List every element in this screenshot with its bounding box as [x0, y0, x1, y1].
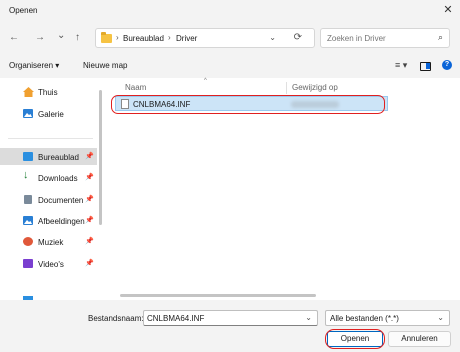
- column-header-modified[interactable]: Gewijzigd op: [292, 83, 338, 92]
- filename-label: Bestandsnaam:: [88, 314, 144, 323]
- annotation-highlight: [111, 95, 385, 114]
- sidebar-scrollbar[interactable]: [99, 90, 102, 225]
- title-bar: Openen ✕: [0, 0, 460, 21]
- forward-arrow-icon[interactable]: →: [35, 32, 45, 44]
- filename-dropdown-chevron-icon[interactable]: ⌄: [305, 313, 312, 322]
- search-box[interactable]: ⌕: [320, 28, 450, 48]
- recent-locations-chevron-icon[interactable]: ⌄: [57, 30, 65, 42]
- breadcrumb-bureaublad[interactable]: Bureaublad: [123, 34, 164, 43]
- sidebar-item-label: Thuis: [38, 88, 58, 97]
- cancel-button[interactable]: Annuleren: [388, 331, 451, 347]
- address-history-chevron-icon[interactable]: ⌄: [269, 33, 276, 42]
- file-list: Naam ^ Gewijzigd op CNLBMA64.INF: [104, 78, 460, 300]
- pin-icon[interactable]: 📌: [85, 152, 94, 160]
- home-icon: [23, 87, 34, 97]
- column-divider[interactable]: [286, 82, 287, 94]
- filename-value[interactable]: CNLBMA64.INF: [147, 314, 204, 323]
- sidebar-item-bureaublad[interactable]: Bureaublad 📌: [0, 148, 97, 165]
- close-icon[interactable]: ✕: [441, 3, 455, 17]
- file-type-value: Alle bestanden (*.*): [330, 314, 399, 323]
- help-icon[interactable]: ?: [442, 60, 452, 70]
- search-input[interactable]: [327, 32, 427, 45]
- pin-icon[interactable]: 📌: [85, 259, 94, 267]
- breadcrumb-separator: ›: [168, 33, 171, 42]
- file-type-chevron-icon[interactable]: ⌄: [437, 313, 444, 322]
- refresh-icon[interactable]: ⟳: [294, 32, 302, 43]
- annotation-highlight: [325, 329, 385, 349]
- sidebar-item-thuis[interactable]: Thuis: [0, 83, 97, 100]
- pin-icon[interactable]: 📌: [85, 173, 94, 181]
- dialog-footer: Bestandsnaam: CNLBMA64.INF ⌄ Alle bestan…: [0, 300, 460, 352]
- sidebar-item-galerie[interactable]: Galerie: [0, 105, 97, 122]
- pictures-icon: [23, 216, 33, 225]
- new-folder-button[interactable]: Nieuwe map: [83, 61, 127, 70]
- pin-icon[interactable]: 📌: [85, 216, 94, 224]
- sort-ascending-icon: ^: [204, 78, 207, 84]
- pin-icon[interactable]: 📌: [85, 195, 94, 203]
- breadcrumb-driver[interactable]: Driver: [176, 34, 197, 43]
- sidebar-item-label: Afbeeldingen: [38, 217, 85, 226]
- window-title: Openen: [9, 6, 38, 15]
- organize-menu-button[interactable]: Organiseren ▾: [9, 61, 59, 70]
- address-bar[interactable]: › Bureaublad › Driver ⌄ ⟳: [95, 28, 315, 48]
- folder-icon: [101, 32, 112, 43]
- desktop-icon: [23, 152, 33, 161]
- sidebar-item-muziek[interactable]: Muziek 📌: [0, 233, 97, 250]
- sidebar-item-label: Galerie: [38, 110, 64, 119]
- pin-icon[interactable]: 📌: [85, 237, 94, 245]
- search-icon: ⌕: [437, 32, 443, 42]
- sidebar-item-label: Muziek: [38, 238, 64, 247]
- download-icon: ↓: [23, 169, 29, 181]
- view-options-icon[interactable]: ≡ ▾: [395, 60, 407, 71]
- music-icon: [23, 237, 33, 246]
- breadcrumb-separator: ›: [116, 33, 119, 42]
- sidebar-item-videos[interactable]: Video's 📌: [0, 255, 97, 272]
- column-header-name[interactable]: Naam: [125, 83, 146, 92]
- sidebar-item-label: Video's: [38, 260, 64, 269]
- sidebar-item-label: Downloads: [38, 174, 78, 183]
- up-arrow-icon[interactable]: ↑: [75, 32, 80, 44]
- sidebar-item-label: Documenten: [38, 196, 84, 205]
- filename-field[interactable]: CNLBMA64.INF ⌄: [143, 310, 318, 326]
- file-type-filter[interactable]: Alle bestanden (*.*) ⌄: [325, 310, 450, 326]
- video-icon: [23, 259, 33, 268]
- preview-pane-icon[interactable]: [420, 62, 431, 71]
- sidebar-divider: [8, 138, 93, 139]
- back-arrow-icon[interactable]: ←: [9, 32, 19, 44]
- sidebar-item-afbeeldingen[interactable]: Afbeeldingen 📌: [0, 212, 97, 229]
- sidebar-item-downloads[interactable]: ↓ Downloads 📌: [0, 169, 97, 186]
- sidebar-item-documenten[interactable]: Documenten 📌: [0, 191, 97, 208]
- command-bar: Organiseren ▾ Nieuwe map ≡ ▾: [0, 54, 460, 78]
- sidebar-item-label: Bureaublad: [38, 153, 79, 162]
- documents-icon: [24, 195, 32, 204]
- horizontal-scrollbar[interactable]: [120, 294, 316, 297]
- gallery-icon: [23, 109, 33, 118]
- navigation-pane: Thuis Galerie Bureaublad 📌 ↓ Downloads 📌…: [0, 78, 98, 300]
